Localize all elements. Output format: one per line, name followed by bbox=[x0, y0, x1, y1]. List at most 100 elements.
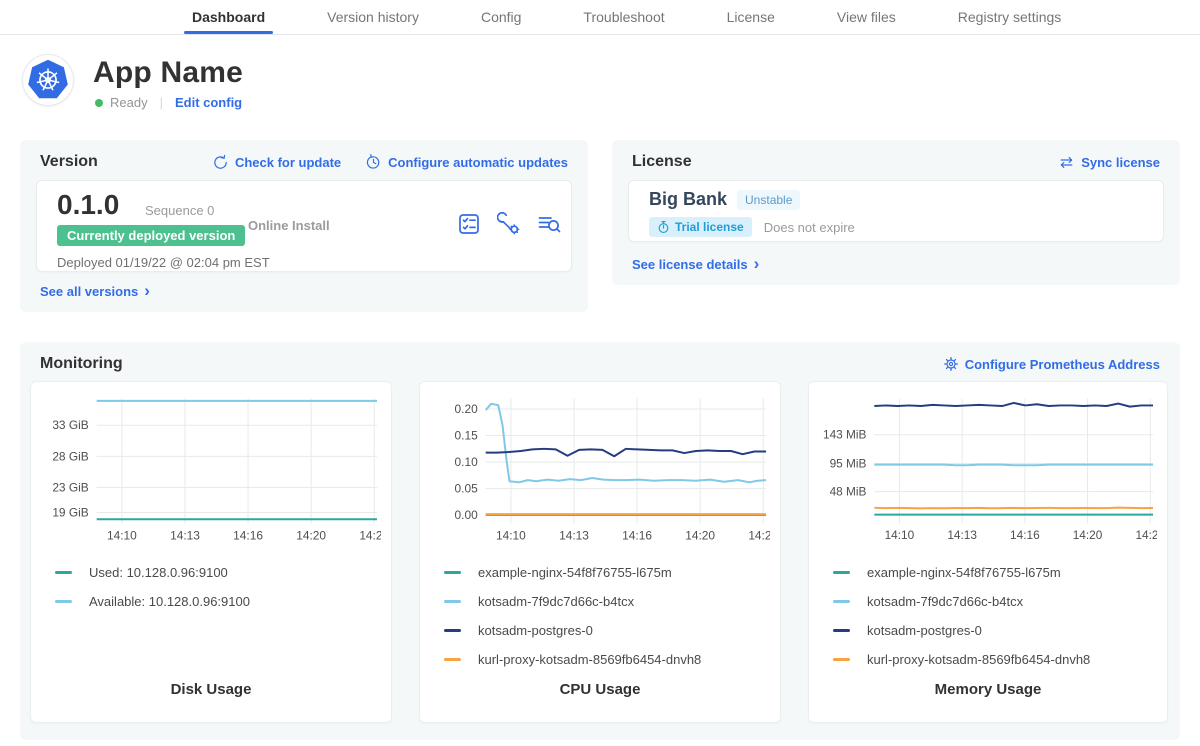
legend-swatch bbox=[444, 600, 461, 603]
legend-label: kotsadm-postgres-0 bbox=[867, 623, 982, 638]
legend-item: kotsadm-postgres-0 bbox=[444, 616, 770, 645]
sync-license-button[interactable]: Sync license bbox=[1058, 154, 1160, 171]
svg-text:23 GiB: 23 GiB bbox=[52, 480, 88, 494]
legend-item: example-nginx-54f8f76755-l675m bbox=[444, 558, 770, 587]
svg-text:14:16: 14:16 bbox=[1010, 528, 1040, 542]
legend-label: kurl-proxy-kotsadm-8569fb6454-dnvh8 bbox=[478, 652, 701, 667]
svg-text:14:16: 14:16 bbox=[233, 529, 263, 543]
cpu-usage-card: 14:1014:1314:1614:2014:230.200.150.100.0… bbox=[419, 381, 781, 723]
current-version-card: 0.1.0 Sequence 0 Currently deployed vers… bbox=[36, 180, 572, 272]
channel-badge: Unstable bbox=[737, 190, 800, 210]
tab-config[interactable]: Config bbox=[479, 0, 523, 34]
edit-config-link[interactable]: Edit config bbox=[175, 95, 242, 110]
svg-text:48 MiB: 48 MiB bbox=[830, 485, 867, 499]
license-section-title: License bbox=[632, 153, 692, 171]
legend-item: Available: 10.128.0.96:9100 bbox=[55, 587, 381, 616]
legend-label: example-nginx-54f8f76755-l675m bbox=[867, 565, 1061, 580]
customer-name: Big Bank bbox=[649, 189, 727, 210]
chart-title: Disk Usage bbox=[41, 681, 381, 698]
disk-usage-legend: Used: 10.128.0.96:9100Available: 10.128.… bbox=[41, 558, 381, 616]
legend-swatch bbox=[444, 658, 461, 661]
page-title: App Name bbox=[93, 56, 243, 90]
deployed-timestamp: Deployed 01/19/22 @ 02:04 pm EST bbox=[57, 255, 270, 270]
legend-swatch bbox=[833, 658, 850, 661]
legend-swatch bbox=[55, 571, 72, 574]
svg-text:14:23: 14:23 bbox=[359, 529, 381, 543]
svg-text:14:10: 14:10 bbox=[107, 529, 137, 543]
svg-text:14:20: 14:20 bbox=[685, 529, 715, 543]
app-status-row: Ready | Edit config bbox=[95, 95, 242, 110]
legend-label: example-nginx-54f8f76755-l675m bbox=[478, 565, 672, 580]
memory-usage-card: 14:1014:1314:1614:2014:23143 MiB95 MiB48… bbox=[808, 381, 1168, 723]
svg-text:0.10: 0.10 bbox=[455, 455, 479, 469]
kubernetes-icon bbox=[26, 58, 70, 102]
legend-swatch bbox=[444, 629, 461, 632]
chart-title: Memory Usage bbox=[819, 681, 1157, 698]
dashboard-page: Dashboard Version history Config Trouble… bbox=[0, 0, 1200, 746]
legend-label: kotsadm-postgres-0 bbox=[478, 623, 593, 638]
configure-automatic-updates-button[interactable]: Configure automatic updates bbox=[365, 154, 568, 171]
disk-usage-chart: 14:1014:1314:1614:2014:2333 GiB28 GiB23 … bbox=[41, 388, 381, 546]
configure-prometheus-button[interactable]: Configure Prometheus Address bbox=[943, 356, 1160, 372]
legend-swatch bbox=[833, 571, 850, 574]
version-sequence: Sequence 0 bbox=[145, 203, 214, 218]
cpu-usage-legend: example-nginx-54f8f76755-l675m kotsadm-7f… bbox=[430, 558, 770, 674]
version-section: Version Check for update Configure au bbox=[20, 140, 588, 312]
svg-text:143 MiB: 143 MiB bbox=[823, 428, 867, 442]
legend-label: kurl-proxy-kotsadm-8569fb6454-dnvh8 bbox=[867, 652, 1090, 667]
disk-usage-card: 14:1014:1314:1614:2014:2333 GiB28 GiB23 … bbox=[30, 381, 392, 723]
license-type-badge: Trial license bbox=[649, 217, 752, 237]
see-all-versions-link[interactable]: See all versions › bbox=[40, 283, 150, 300]
tab-view-files[interactable]: View files bbox=[835, 0, 898, 34]
diff-search-icon bbox=[537, 212, 561, 236]
chart-title: CPU Usage bbox=[430, 681, 770, 698]
gear-icon bbox=[943, 356, 959, 372]
svg-text:0.00: 0.00 bbox=[455, 508, 479, 522]
svg-text:28 GiB: 28 GiB bbox=[52, 449, 88, 463]
legend-item: kotsadm-7f9dc7d66c-b4tcx bbox=[444, 587, 770, 616]
divider: | bbox=[160, 95, 163, 110]
legend-item: kurl-proxy-kotsadm-8569fb6454-dnvh8 bbox=[444, 645, 770, 674]
tab-registry-settings[interactable]: Registry settings bbox=[956, 0, 1063, 34]
license-expiry: Does not expire bbox=[764, 220, 855, 235]
license-detail-card: Big Bank Unstable Trial license Does not… bbox=[628, 180, 1164, 242]
svg-text:14:20: 14:20 bbox=[296, 529, 326, 543]
tab-license[interactable]: License bbox=[725, 0, 777, 34]
svg-text:14:13: 14:13 bbox=[559, 529, 589, 543]
monitoring-section-title: Monitoring bbox=[40, 355, 123, 373]
edit-config-values-button[interactable] bbox=[497, 212, 521, 236]
deployed-badge: Currently deployed version bbox=[57, 225, 245, 246]
tab-dashboard[interactable]: Dashboard bbox=[190, 0, 267, 34]
sync-arrows-icon bbox=[1058, 154, 1075, 171]
see-license-details-link[interactable]: See license details › bbox=[632, 256, 759, 273]
svg-text:19 GiB: 19 GiB bbox=[52, 505, 88, 519]
version-number: 0.1.0 bbox=[57, 189, 119, 221]
legend-item: kotsadm-postgres-0 bbox=[833, 616, 1157, 645]
svg-text:14:13: 14:13 bbox=[947, 528, 977, 542]
check-for-update-button[interactable]: Check for update bbox=[212, 154, 341, 171]
svg-text:14:16: 14:16 bbox=[622, 529, 652, 543]
status-dot bbox=[95, 99, 103, 107]
chevron-right-icon: › bbox=[754, 255, 760, 272]
preflight-checks-button[interactable] bbox=[457, 212, 481, 236]
legend-swatch bbox=[444, 571, 461, 574]
svg-text:33 GiB: 33 GiB bbox=[52, 418, 88, 432]
svg-text:14:23: 14:23 bbox=[1135, 528, 1157, 542]
memory-usage-legend: example-nginx-54f8f76755-l675m kotsadm-7f… bbox=[819, 558, 1157, 674]
wrench-gear-icon bbox=[497, 212, 521, 236]
svg-text:14:10: 14:10 bbox=[496, 529, 526, 543]
app-logo bbox=[22, 54, 74, 106]
legend-item: example-nginx-54f8f76755-l675m bbox=[833, 558, 1157, 587]
view-diff-button[interactable] bbox=[537, 212, 561, 236]
legend-swatch bbox=[55, 600, 72, 603]
tab-version-history[interactable]: Version history bbox=[325, 0, 421, 34]
tab-troubleshoot[interactable]: Troubleshoot bbox=[581, 0, 666, 34]
legend-swatch bbox=[833, 600, 850, 603]
refresh-icon bbox=[212, 154, 229, 171]
stopwatch-icon bbox=[657, 220, 670, 234]
svg-text:0.05: 0.05 bbox=[455, 482, 479, 496]
svg-text:14:10: 14:10 bbox=[885, 528, 915, 542]
legend-label: kotsadm-7f9dc7d66c-b4tcx bbox=[867, 594, 1023, 609]
svg-text:0.20: 0.20 bbox=[455, 402, 479, 416]
install-type: Online Install bbox=[248, 218, 330, 233]
